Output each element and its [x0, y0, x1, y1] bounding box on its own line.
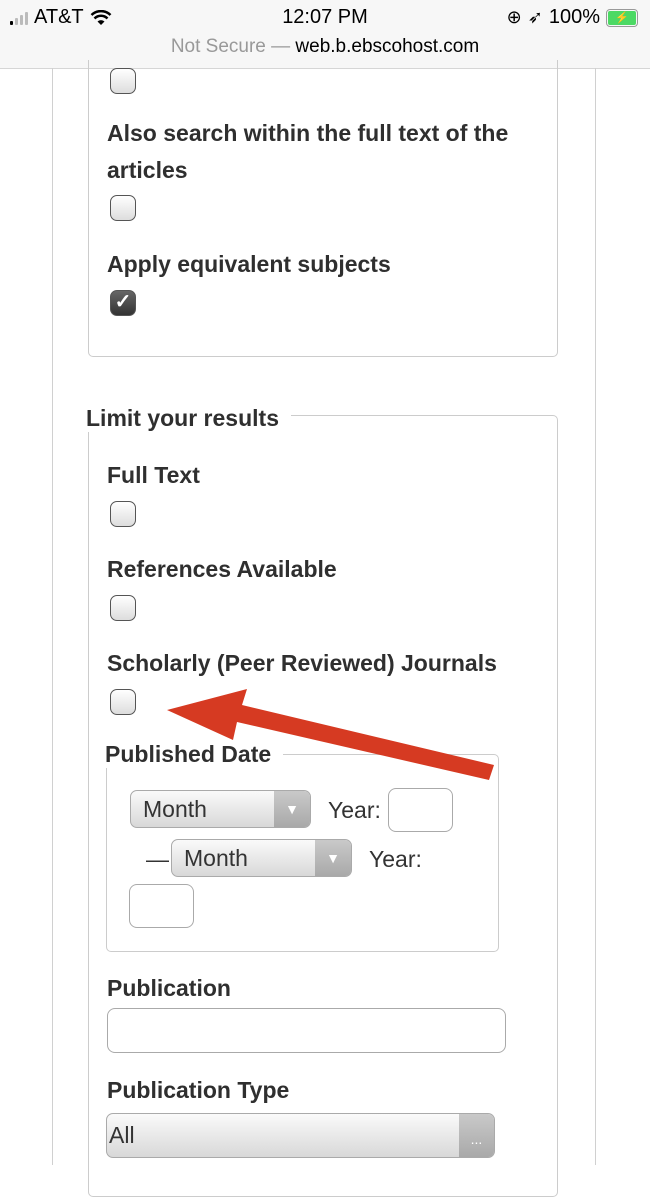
- to-year-input[interactable]: [129, 884, 194, 928]
- scholarly-journals-label: Scholarly (Peer Reviewed) Journals: [107, 650, 497, 676]
- checkmark-icon: ✓: [114, 291, 132, 313]
- location-icon: ➶: [527, 7, 543, 27]
- equivalent-subjects-checkbox[interactable]: ✓: [110, 290, 136, 316]
- publication-type-label: Publication Type: [107, 1077, 290, 1103]
- from-year-input[interactable]: [388, 788, 453, 832]
- publication-label: Publication: [107, 975, 231, 1001]
- published-date-legend: Published Date: [105, 741, 284, 768]
- equivalent-subjects-label: Apply equivalent subjects: [107, 251, 391, 277]
- references-available-label: References Available: [107, 556, 337, 582]
- url-domain: web.b.ebscohost.com: [295, 36, 480, 57]
- search-option-checkbox-0[interactable]: [110, 68, 136, 94]
- to-month-value: Month: [184, 845, 248, 871]
- status-bar: AT&T 12:07 PM ⊕ ➶ 100% ⚡ Not Secure — we…: [0, 0, 650, 69]
- publication-input[interactable]: [107, 1008, 506, 1053]
- full-text-checkbox[interactable]: [110, 501, 136, 527]
- more-options-icon: ...: [459, 1114, 494, 1157]
- from-year-label: Year:: [328, 797, 381, 823]
- from-month-value: Month: [143, 796, 207, 822]
- from-month-select[interactable]: Month ▼: [130, 790, 311, 828]
- battery-percent: 100%: [548, 6, 600, 28]
- limit-results-legend: Limit your results: [86, 405, 291, 432]
- orientation-lock-icon: ⊕: [506, 7, 522, 27]
- to-month-select[interactable]: Month ▼: [171, 839, 352, 877]
- full-text-search-label: Also search within the full text of the …: [107, 120, 509, 183]
- url-separator: —: [271, 36, 291, 57]
- publication-type-select[interactable]: All ...: [106, 1113, 495, 1158]
- battery-charging-icon: ⚡: [606, 8, 638, 27]
- dropdown-arrow-icon: ▼: [274, 791, 310, 827]
- references-available-checkbox[interactable]: [110, 595, 136, 621]
- dropdown-arrow-icon: ▼: [315, 840, 351, 876]
- publication-type-value: All: [109, 1122, 135, 1148]
- search-options-box: [88, 60, 558, 357]
- date-range-separator: —: [146, 846, 169, 872]
- address-bar[interactable]: Not Secure — web.b.ebscohost.com: [0, 36, 650, 58]
- scholarly-journals-checkbox[interactable]: [110, 689, 136, 715]
- status-right: ⊕ ➶ 100% ⚡: [507, 6, 638, 29]
- security-label: Not Secure: [170, 36, 266, 57]
- to-year-label: Year:: [369, 846, 422, 872]
- full-text-search-checkbox[interactable]: [110, 195, 136, 221]
- full-text-label: Full Text: [107, 462, 200, 488]
